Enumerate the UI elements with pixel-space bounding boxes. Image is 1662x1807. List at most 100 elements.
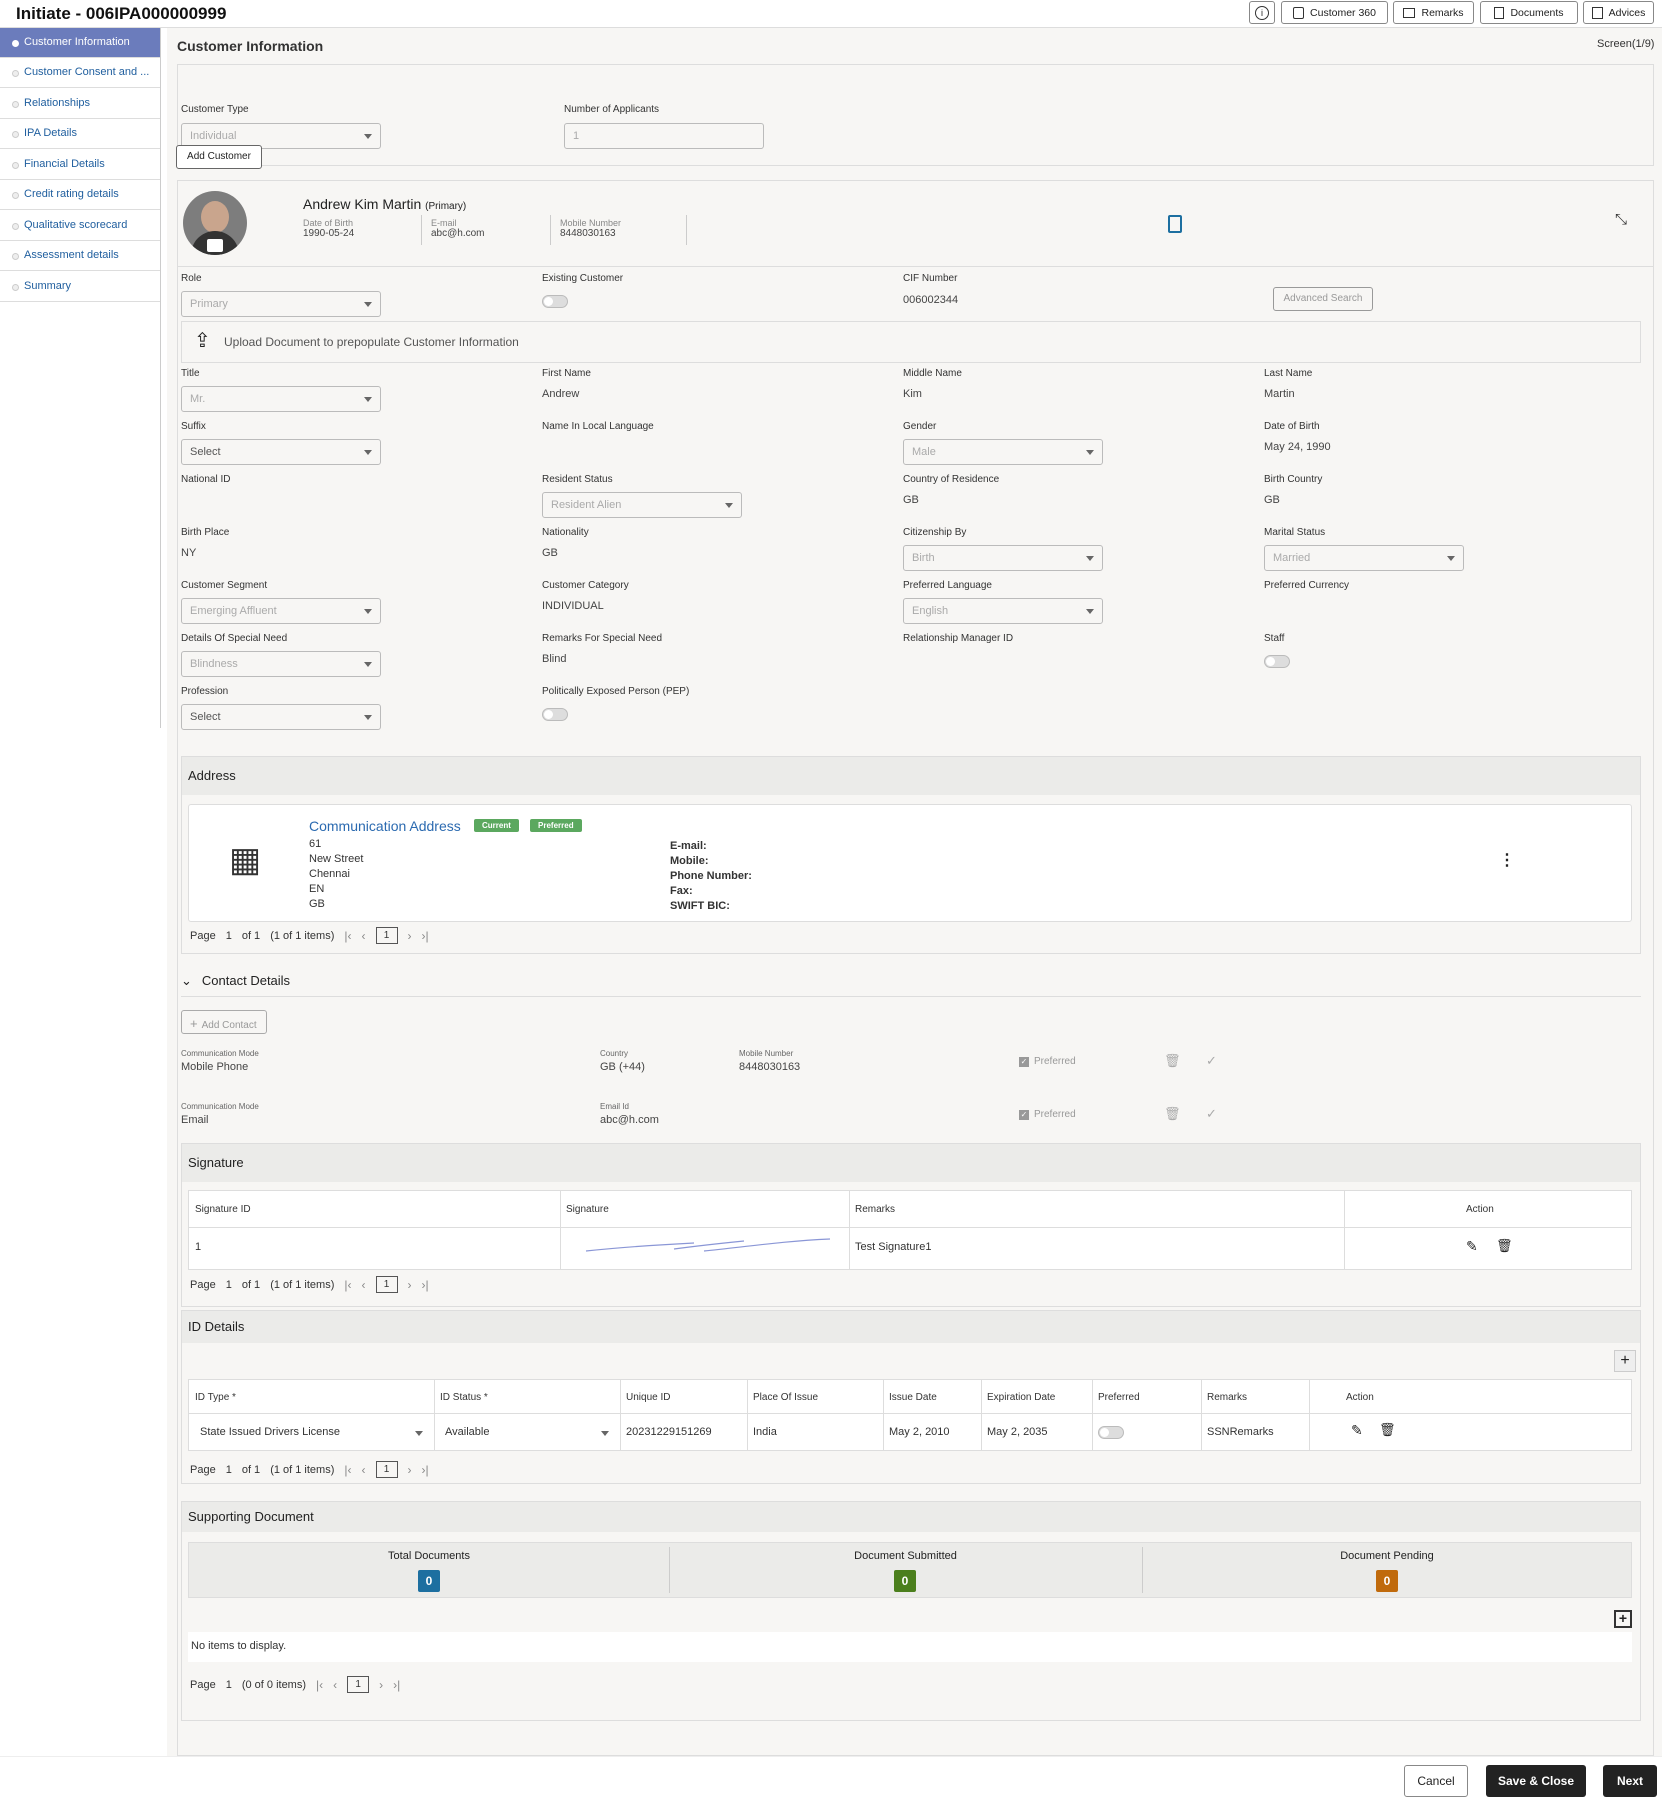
camera-icon[interactable]	[207, 239, 223, 252]
contact-details-header[interactable]: ⌄ Contact Details	[181, 973, 290, 989]
num-applicants-input[interactable]: 1	[564, 123, 764, 149]
col-action[interactable]: Action	[1346, 1392, 1374, 1403]
preferred-checkbox[interactable]: ✓	[1019, 1110, 1029, 1120]
existing-customer-toggle[interactable]	[542, 295, 568, 308]
marital-select[interactable]: Married	[1264, 545, 1464, 571]
col-unique-id[interactable]: Unique ID	[626, 1392, 670, 1403]
signature-image	[584, 1235, 834, 1257]
preferred-label: Preferred	[1034, 1109, 1076, 1120]
first-page-icon[interactable]: |‹	[316, 1678, 323, 1692]
col-action[interactable]: Action	[1466, 1204, 1494, 1215]
sidebar-item-financial-details[interactable]: Financial Details	[0, 150, 160, 180]
last-page-icon[interactable]: ›|	[393, 1678, 400, 1692]
document-pending-count: 0	[1376, 1570, 1398, 1592]
add-document-button[interactable]: +	[1614, 1610, 1632, 1628]
add-customer-button[interactable]: Add Customer	[176, 145, 262, 169]
id-remarks-cell: SSNRemarks	[1207, 1426, 1274, 1438]
prev-page-icon[interactable]: ‹	[333, 1678, 337, 1692]
more-options-icon[interactable]: ⋮	[1499, 850, 1515, 870]
prev-page-icon[interactable]: ‹	[362, 929, 366, 943]
trash-icon[interactable]: 🗑	[1164, 1106, 1181, 1122]
title-select[interactable]: Mr.	[181, 386, 381, 412]
page-box[interactable]: 1	[375, 1461, 398, 1478]
preferred-toggle[interactable]	[1098, 1426, 1124, 1439]
id-type-cell[interactable]: State Issued Drivers License	[200, 1426, 340, 1438]
advanced-search-button[interactable]: Advanced Search	[1273, 287, 1373, 311]
pep-toggle[interactable]	[542, 708, 568, 721]
first-name-label: First Name	[542, 368, 591, 379]
sidebar-item-credit-rating[interactable]: Credit rating details	[0, 180, 160, 210]
last-page-icon[interactable]: ›|	[422, 929, 429, 943]
preferred-checkbox[interactable]: ✓	[1019, 1057, 1029, 1067]
page-box[interactable]: 1	[375, 1276, 398, 1293]
sidebar-item-label: Assessment details	[24, 249, 119, 261]
cif-value: 006002344	[903, 294, 959, 306]
col-id-type[interactable]: ID Type *	[195, 1392, 236, 1403]
first-page-icon[interactable]: |‹	[344, 929, 351, 943]
language-select[interactable]: English	[903, 598, 1103, 624]
staff-toggle[interactable]	[1264, 655, 1290, 668]
gender-select[interactable]: Male	[903, 439, 1103, 465]
next-page-icon[interactable]: ›	[408, 1463, 412, 1477]
sidebar-item-summary[interactable]: Summary	[0, 272, 160, 302]
documents-button[interactable]: Documents	[1480, 1, 1578, 24]
prev-page-icon[interactable]: ‹	[362, 1463, 366, 1477]
edit-icon[interactable]: ✎	[1351, 1422, 1363, 1439]
info-button[interactable]: i	[1249, 1, 1275, 24]
check-icon[interactable]: ✓	[1206, 1106, 1217, 1122]
remarks-button[interactable]: Remarks	[1393, 1, 1474, 24]
add-contact-button[interactable]: + Add Contact	[181, 1010, 267, 1034]
trash-icon[interactable]: 🗑	[1379, 1422, 1396, 1438]
role-select[interactable]: Primary	[181, 291, 381, 317]
next-page-icon[interactable]: ›	[379, 1678, 383, 1692]
id-status-cell[interactable]: Available	[445, 1426, 489, 1438]
sidebar-item-ipa-details[interactable]: IPA Details	[0, 119, 160, 149]
contact-details-heading: Contact Details	[201, 973, 291, 988]
sidebar-item-customer-information[interactable]: Customer Information	[0, 28, 160, 58]
trash-icon[interactable]: 🗑	[1496, 1238, 1513, 1254]
advices-button[interactable]: Advices	[1583, 1, 1654, 24]
segment-select[interactable]: Emerging Affluent	[181, 598, 381, 624]
col-remarks[interactable]: Remarks	[1207, 1392, 1247, 1403]
next-page-icon[interactable]: ›	[408, 1278, 412, 1292]
document-pending-label: Document Pending	[1340, 1550, 1434, 1562]
segment-label: Customer Segment	[181, 580, 268, 591]
trash-icon[interactable]: 🗑	[1164, 1053, 1181, 1069]
resident-status-select[interactable]: Resident Alien	[542, 492, 742, 518]
next-page-icon[interactable]: ›	[408, 929, 412, 943]
address-heading: Address	[188, 768, 236, 783]
first-page-icon[interactable]: |‹	[344, 1278, 351, 1292]
chevron-down-icon	[1086, 609, 1094, 614]
special-need-select[interactable]: Blindness	[181, 651, 381, 677]
collapse-icon[interactable]: ⤡	[1615, 211, 1627, 228]
sidebar-item-assessment-details[interactable]: Assessment details	[0, 241, 160, 271]
sidebar-item-qualitative-scorecard[interactable]: Qualitative scorecard	[0, 211, 160, 241]
prev-page-icon[interactable]: ‹	[362, 1278, 366, 1292]
edit-icon[interactable]: ✎	[1466, 1238, 1478, 1255]
last-page-icon[interactable]: ›|	[422, 1278, 429, 1292]
first-page-icon[interactable]: |‹	[344, 1463, 351, 1477]
total-documents-label: Total Documents	[388, 1550, 470, 1562]
col-place-of-issue[interactable]: Place Of Issue	[753, 1392, 818, 1403]
profession-select[interactable]: Select	[181, 704, 381, 730]
num-applicants-value: 1	[573, 130, 580, 142]
save-close-button[interactable]: Save & Close	[1486, 1765, 1586, 1797]
col-preferred[interactable]: Preferred	[1098, 1392, 1140, 1403]
pager-of: of 1	[241, 1278, 261, 1291]
last-page-icon[interactable]: ›|	[422, 1463, 429, 1477]
dob-value[interactable]: May 24, 1990	[1264, 441, 1331, 453]
sidebar-item-relationships[interactable]: Relationships	[0, 89, 160, 119]
upload-document-area[interactable]: ⇪ Upload Document to prepopulate Custome…	[181, 321, 1641, 363]
edit-document-icon[interactable]	[1168, 215, 1182, 233]
add-id-button[interactable]: +	[1614, 1350, 1636, 1372]
citizenship-select[interactable]: Birth	[903, 545, 1103, 571]
check-icon[interactable]: ✓	[1206, 1053, 1217, 1069]
next-button[interactable]: Next	[1603, 1765, 1657, 1797]
col-issue-date: Issue Date	[889, 1392, 937, 1403]
page-box[interactable]: 1	[375, 927, 398, 944]
suffix-select[interactable]: Select	[181, 439, 381, 465]
customer360-button[interactable]: Customer 360	[1281, 1, 1388, 24]
sidebar-item-customer-consent[interactable]: Customer Consent and ...	[0, 58, 160, 88]
cancel-button[interactable]: Cancel	[1404, 1765, 1468, 1797]
page-box[interactable]: 1	[347, 1676, 370, 1693]
